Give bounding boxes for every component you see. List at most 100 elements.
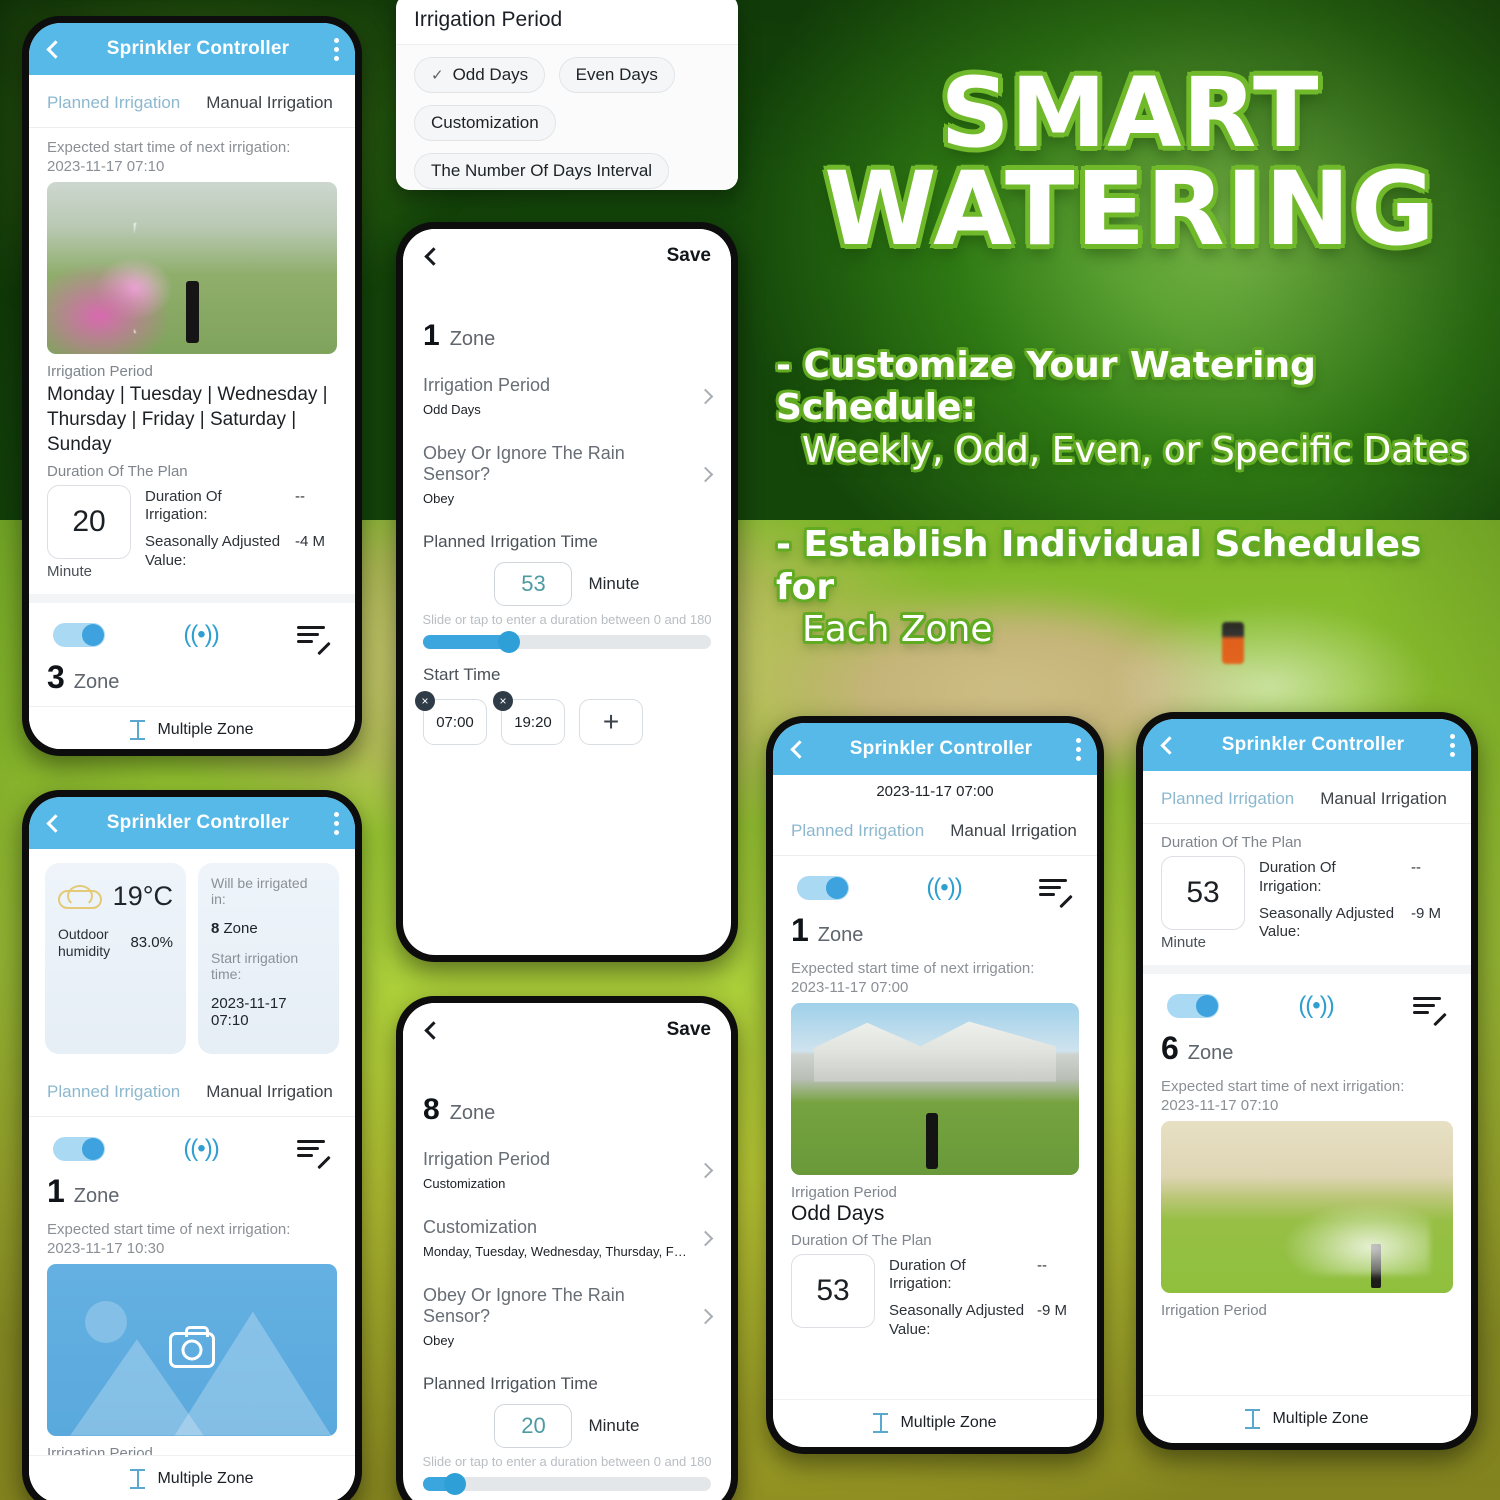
slider-knob[interactable] [443, 1473, 466, 1495]
signal-icon: ((•)) [926, 874, 962, 901]
duration-value-box[interactable]: 53 [791, 1253, 875, 1328]
irrigated-zone-word: Zone [223, 920, 258, 937]
app-bar: Sprinkler Controller [773, 723, 1097, 775]
duration-of-irrigation-label: Duration Of Irrigation: [145, 487, 222, 524]
zone-identity: 3 Zone [47, 659, 337, 696]
duration-input-row: 53 Minute [403, 562, 731, 606]
remove-icon[interactable]: × [493, 691, 513, 711]
phone-settings-zone8: Save 8 Zone Irrigation Period Customizat… [396, 996, 738, 1500]
add-start-time-button[interactable]: + [579, 699, 643, 745]
phone-settings-zone1: Save 1 Zone Irrigation Period Odd Days O… [396, 222, 738, 962]
weather-card: 19°C Outdoor humidity 83.0% [45, 863, 186, 1054]
hero-image-house-lawn [791, 1002, 1079, 1175]
duration-input[interactable]: 53 [494, 562, 573, 606]
option-days-interval[interactable]: The Number Of Days Interval [414, 153, 670, 189]
start-time-chip-1-value: 07:00 [436, 713, 474, 731]
more-options-icon[interactable] [1076, 737, 1081, 761]
duration-hint: Slide or tap to enter a duration between… [422, 1454, 712, 1469]
setting-customization-label: Customization [423, 1217, 538, 1237]
edit-icon[interactable] [297, 1138, 331, 1170]
plan-card: Expected start time of next irrigation: … [29, 128, 355, 594]
more-options-icon[interactable] [334, 37, 339, 61]
setting-irrigation-period-label: Irrigation Period [423, 375, 551, 395]
remove-icon[interactable]: × [415, 691, 435, 711]
seasonally-adjusted-label: Seasonally Adjusted Value: [145, 533, 281, 569]
feature-bullet-2-head: - Establish Individual Schedules for [776, 524, 1422, 608]
tab-planned-irrigation[interactable]: Planned Irrigation [791, 821, 924, 841]
multiple-zone-button[interactable]: Multiple Zone [29, 1455, 355, 1500]
start-time-chip-1[interactable]: × 07:00 [415, 691, 487, 745]
back-icon[interactable] [424, 1020, 443, 1040]
duration-of-plan-label: Duration Of The Plan [47, 462, 188, 480]
slider-knob[interactable] [498, 631, 521, 653]
duration-unit-label: Minute [1161, 934, 1207, 951]
feature-bullet-1-head: - Customize Your Watering Schedule: [776, 345, 1316, 429]
tab-planned-irrigation[interactable]: Planned Irrigation [47, 93, 180, 113]
duration-value-box[interactable]: 20 [47, 484, 131, 559]
duration-slider[interactable] [423, 1473, 711, 1495]
irrigated-zone-line: 8 Zone [211, 920, 326, 937]
expected-start-label: Expected start time of next irrigation: [47, 139, 291, 156]
zone-power-toggle[interactable] [53, 1137, 105, 1161]
option-customization[interactable]: Customization [414, 105, 556, 141]
zone-power-toggle[interactable] [1167, 994, 1219, 1018]
multiple-zone-button[interactable]: Multiple Zone [1143, 1395, 1471, 1443]
back-icon[interactable] [424, 246, 443, 266]
screen-planned-irrigation-zone3: Sprinkler Controller Planned Irrigation … [29, 23, 355, 749]
multiple-zone-button[interactable]: Multiple Zone [773, 1399, 1097, 1447]
duration-input[interactable]: 20 [494, 1404, 573, 1448]
multiple-zone-icon [873, 1413, 889, 1433]
setting-irrigation-period[interactable]: Irrigation Period Customization [403, 1135, 731, 1203]
tab-bar: Planned Irrigation Manual Irrigation Pla… [29, 1064, 355, 1117]
duration-of-irrigation-value: -- [295, 487, 305, 505]
check-icon: ✓ [431, 67, 444, 84]
settings-toolbar: Save [403, 229, 731, 275]
tab-manual-irrigation[interactable]: Manual Irrigation [206, 1082, 333, 1102]
option-odd-days[interactable]: ✓ Odd Days [414, 57, 546, 93]
setting-rain-sensor[interactable]: Obey Or Ignore The Rain Sensor? Obey [403, 1271, 731, 1360]
more-options-icon[interactable] [1450, 733, 1455, 757]
duration-value-box[interactable]: 53 [1161, 856, 1245, 930]
phone-dashboard-zone1-house: Sprinkler Controller 2023-11-17 07:00 Pl… [766, 716, 1104, 1454]
tab-manual-irrigation[interactable]: Manual Irrigation [1320, 789, 1447, 809]
tab-manual-irrigation[interactable]: Manual Irrigation [206, 93, 333, 113]
zone-number: 6 [1161, 1030, 1179, 1066]
duration-unit-label: Minute [588, 1416, 640, 1435]
app-title: Sprinkler Controller [106, 812, 290, 833]
setting-irrigation-period[interactable]: Irrigation Period Odd Days [403, 361, 731, 429]
expected-start-value: 2023-11-17 07:00 [791, 978, 909, 996]
app-title: Sprinkler Controller [1221, 734, 1405, 755]
start-time-chip-2[interactable]: × 19:20 [493, 691, 565, 745]
feature-bullet-2: - Establish Individual Schedules for Eac… [776, 524, 1486, 651]
duration-of-irrigation-label: Duration Of Irrigation: [889, 1256, 966, 1293]
edit-icon[interactable] [1413, 995, 1447, 1027]
setting-customization[interactable]: Customization Monday, Tuesday, Wednesday… [403, 1203, 731, 1271]
zone-power-toggle[interactable] [797, 876, 849, 900]
feature-bullet-2-sub: Each Zone [802, 609, 993, 651]
duration-slider[interactable] [423, 631, 711, 653]
save-button[interactable]: Save [667, 1019, 711, 1041]
zone-power-toggle[interactable] [53, 622, 105, 647]
zone-label: Zone [449, 328, 496, 350]
tab-planned-irrigation[interactable]: Planned Irrigation [47, 1082, 180, 1102]
start-time-chips: × 07:00 × 19:20 + [403, 689, 731, 745]
tab-planned-irrigation[interactable]: Planned Irrigation [1161, 789, 1294, 809]
tab-manual-irrigation[interactable]: Manual Irrigation [950, 821, 1077, 841]
expected-start-label: Expected start time of next irrigation: [47, 1221, 291, 1238]
phone-dashboard-zone6: Sprinkler Controller Planned Irrigation … [1136, 712, 1478, 1450]
edit-icon[interactable] [297, 624, 331, 655]
irrigation-period-label: Irrigation Period [791, 1183, 897, 1201]
app-title: Sprinkler Controller [849, 738, 1033, 759]
screen-dashboard-zone1: Sprinkler Controller 19°C Outdoor humidi… [29, 797, 355, 1500]
multiple-zone-button[interactable]: Multiple Zone [29, 705, 355, 749]
more-options-icon[interactable] [334, 811, 339, 835]
duration-meta: Duration Of Irrigation: -- Seasonally Ad… [1259, 856, 1453, 950]
setting-rain-sensor[interactable]: Obey Or Ignore The Rain Sensor? Obey [403, 429, 731, 518]
tab-bar: Planned Irrigation Manual Irrigation Pla… [29, 75, 355, 128]
start-irrigation-time-value: 2023-11-17 07:10 [211, 995, 287, 1029]
save-button[interactable]: Save [667, 245, 711, 267]
option-even-days[interactable]: Even Days [558, 57, 675, 93]
multiple-zone-label: Multiple Zone [157, 720, 254, 738]
edit-icon[interactable] [1039, 877, 1073, 909]
plan-card: Duration Of The Plan 53 Minute Duration … [1143, 824, 1471, 965]
